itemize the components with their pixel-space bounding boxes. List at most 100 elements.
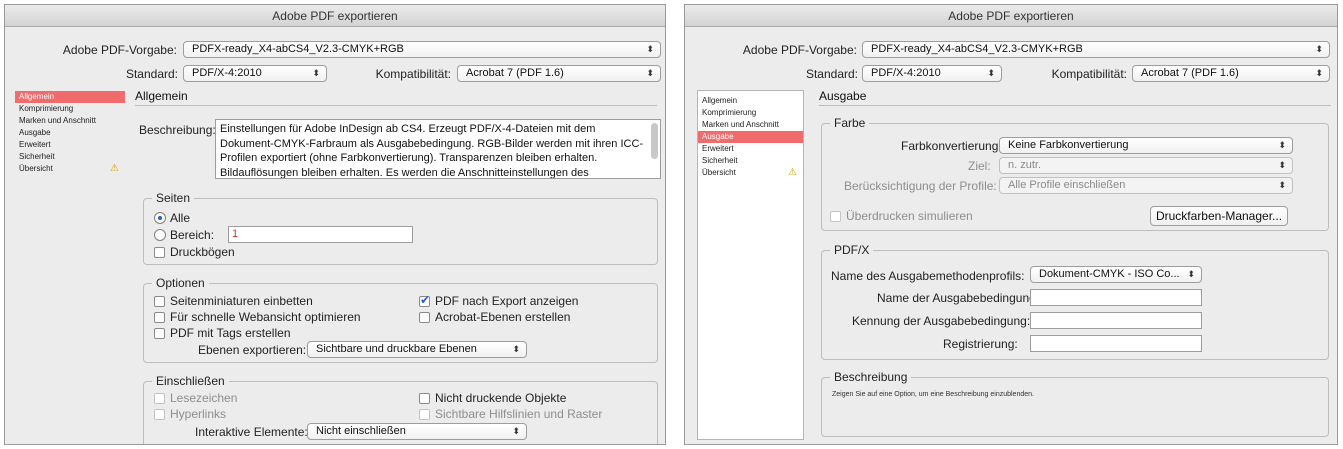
sidebar-item-sicherheit[interactable]: Sicherheit xyxy=(15,151,125,163)
interactive-label: Interaktive Elemente: xyxy=(195,425,308,439)
stepper-arrows-icon: ⬍ xyxy=(1315,68,1323,78)
hyperlinks-label: Hyperlinks xyxy=(170,407,227,421)
compat-label: Kompatibilität: xyxy=(375,67,451,81)
sidebar: Allgemein Komprimierung Marken und Ansch… xyxy=(15,91,125,441)
thumbs-checkbox[interactable] xyxy=(154,296,165,307)
nonprint-checkbox[interactable] xyxy=(419,393,430,404)
options-legend: Optionen xyxy=(152,276,209,290)
sidebar-item-sicherheit[interactable]: Sicherheit xyxy=(698,155,803,167)
viewafter-checkbox[interactable] xyxy=(419,293,430,307)
pages-legend: Seiten xyxy=(152,191,195,205)
sidebar: Allgemein Komprimierung Marken und Ansch… xyxy=(697,90,804,440)
description-text[interactable]: Einstellungen für Adobe InDesign ab CS4.… xyxy=(215,119,661,179)
sidebar-item-marken[interactable]: Marken und Anschnitt xyxy=(15,115,125,127)
radio-range[interactable] xyxy=(154,229,166,241)
output-profile-label: Name des Ausgabemethodenprofils: xyxy=(831,269,1025,283)
sidebar-item-ausgabe[interactable]: Ausgabe xyxy=(698,131,803,143)
export-layers-select[interactable]: Sichtbare und druckbare Ebenen ⬍ xyxy=(307,341,527,358)
section-title: Allgemein xyxy=(135,89,657,106)
registry-label: Registrierung: xyxy=(943,337,1018,351)
guides-label: Sichtbare Hilfslinien und Raster xyxy=(435,407,603,421)
acrolayers-label: Acrobat-Ebenen erstellen xyxy=(435,310,571,324)
stepper-arrows-icon: ⬍ xyxy=(987,68,995,78)
ink-manager-button[interactable]: Druckfarben-Manager... xyxy=(1150,206,1288,226)
output-profile-select[interactable]: Dokument-CMYK - ISO Co... ⬍ xyxy=(1030,266,1202,283)
options-group: Optionen Seitenminiaturen einbetten Für … xyxy=(143,276,658,363)
standard-select[interactable]: PDF/X-4:2010 ⬍ xyxy=(183,65,327,82)
pdfx-legend: PDF/X xyxy=(830,243,874,257)
sidebar-item-allgemein[interactable]: Allgemein xyxy=(698,95,803,107)
destination-label: Ziel: xyxy=(968,159,991,173)
stepper-arrows-icon: ⬍ xyxy=(1187,269,1195,279)
range-input[interactable]: 1 xyxy=(228,226,413,243)
viewafter-label: PDF nach Export anzeigen xyxy=(435,294,579,308)
standard-label: Standard: xyxy=(805,67,858,81)
export-dialog-output: Adobe PDF exportieren Adobe PDF-Vorgabe:… xyxy=(684,4,1338,445)
scrollbar[interactable] xyxy=(651,123,658,159)
warning-icon: ⚠ xyxy=(110,163,119,174)
sidebar-item-uebersicht[interactable]: Übersicht ⚠ xyxy=(698,167,803,179)
bookmarks-label: Lesezeichen xyxy=(170,391,238,405)
radio-all[interactable] xyxy=(154,212,166,224)
stepper-arrows-icon: ⬍ xyxy=(1278,140,1286,150)
sidebar-item-erweitert[interactable]: Erweitert xyxy=(698,143,803,155)
compat-select[interactable]: Acrobat 7 (PDF 1.6) ⬍ xyxy=(457,65,661,82)
compat-select[interactable]: Acrobat 7 (PDF 1.6) ⬍ xyxy=(1132,65,1330,82)
destination-select[interactable]: n. zutr. ⬍ xyxy=(999,157,1293,174)
interactive-select[interactable]: Nicht einschließen ⬍ xyxy=(307,423,527,440)
registry-input[interactable] xyxy=(1030,335,1202,352)
section-title: Ausgabe xyxy=(819,89,1331,106)
hyperlinks-checkbox[interactable] xyxy=(154,409,165,420)
color-group: Farbe Farbkonvertierung: Keine Farbkonve… xyxy=(821,116,1329,231)
sidebar-item-ausgabe[interactable]: Ausgabe xyxy=(15,127,125,139)
stepper-arrows-icon: ⬍ xyxy=(512,344,520,354)
stepper-arrows-icon: ⬍ xyxy=(1315,44,1323,54)
description-group: Beschreibung Zeigen Sie auf eine Option,… xyxy=(821,370,1329,437)
radio-all-label: Alle xyxy=(170,211,191,225)
bookmarks-checkbox[interactable] xyxy=(154,393,165,404)
condition-id-label: Kennung der Ausgabebedingung: xyxy=(852,314,1031,328)
overprint-checkbox[interactable] xyxy=(830,211,841,222)
window-title: Adobe PDF exportieren xyxy=(5,5,665,27)
fastweb-checkbox[interactable] xyxy=(154,312,165,323)
description-hint: Zeigen Sie auf eine Option, um eine Besc… xyxy=(832,391,1034,398)
sidebar-item-allgemein[interactable]: Allgemein xyxy=(15,91,125,103)
preset-label: Adobe PDF-Vorgabe: xyxy=(62,43,177,57)
color-conversion-select[interactable]: Keine Farbkonvertierung ⬍ xyxy=(999,137,1293,154)
stepper-arrows-icon: ⬍ xyxy=(1278,160,1286,170)
stepper-arrows-icon: ⬍ xyxy=(312,68,320,78)
profile-inclusion-label: Berücksichtigung der Profile: xyxy=(844,179,997,193)
spreads-checkbox[interactable] xyxy=(154,247,165,258)
guides-checkbox[interactable] xyxy=(419,409,430,420)
acrolayers-checkbox[interactable] xyxy=(419,312,430,323)
export-layers-label: Ebenen exportieren: xyxy=(198,343,307,357)
standard-label: Standard: xyxy=(125,67,178,81)
stepper-arrows-icon: ⬍ xyxy=(646,44,654,54)
sidebar-item-komprimierung[interactable]: Komprimierung xyxy=(15,103,125,115)
include-group: Einschließen Lesezeichen Hyperlinks Nich… xyxy=(143,374,658,444)
tagged-checkbox[interactable] xyxy=(154,328,165,339)
sidebar-item-erweitert[interactable]: Erweitert xyxy=(15,139,125,151)
sidebar-item-komprimierung[interactable]: Komprimierung xyxy=(698,107,803,119)
overprint-label: Überdrucken simulieren xyxy=(846,209,973,223)
color-legend: Farbe xyxy=(830,116,870,130)
stepper-arrows-icon: ⬍ xyxy=(646,68,654,78)
preset-select[interactable]: PDFX-ready_X4-abCS4_V2.3-CMYK+RGB ⬍ xyxy=(183,41,661,58)
profile-inclusion-select[interactable]: Alle Profile einschließen ⬍ xyxy=(999,177,1293,194)
sidebar-item-marken[interactable]: Marken und Anschnitt xyxy=(698,119,803,131)
condition-name-input[interactable] xyxy=(1030,289,1202,306)
warning-icon: ⚠ xyxy=(788,167,797,178)
pdfx-group: PDF/X Name des Ausgabemethodenprofils: D… xyxy=(821,243,1329,360)
preset-select[interactable]: PDFX-ready_X4-abCS4_V2.3-CMYK+RGB ⬍ xyxy=(862,41,1330,58)
fastweb-label: Für schnelle Webansicht optimieren xyxy=(170,310,361,324)
standard-select[interactable]: PDF/X-4:2010 ⬍ xyxy=(862,65,1002,82)
window-title: Adobe PDF exportieren xyxy=(685,5,1337,27)
preset-label: Adobe PDF-Vorgabe: xyxy=(742,43,857,57)
include-legend: Einschließen xyxy=(152,374,229,388)
condition-id-input[interactable] xyxy=(1030,312,1202,329)
condition-name-label: Name der Ausgabebedingung: xyxy=(877,291,1040,305)
thumbs-label: Seitenminiaturen einbetten xyxy=(170,294,313,308)
sidebar-item-uebersicht[interactable]: Übersicht ⚠ xyxy=(15,163,125,175)
stepper-arrows-icon: ⬍ xyxy=(1278,180,1286,190)
nonprint-label: Nicht druckende Objekte xyxy=(435,391,567,405)
